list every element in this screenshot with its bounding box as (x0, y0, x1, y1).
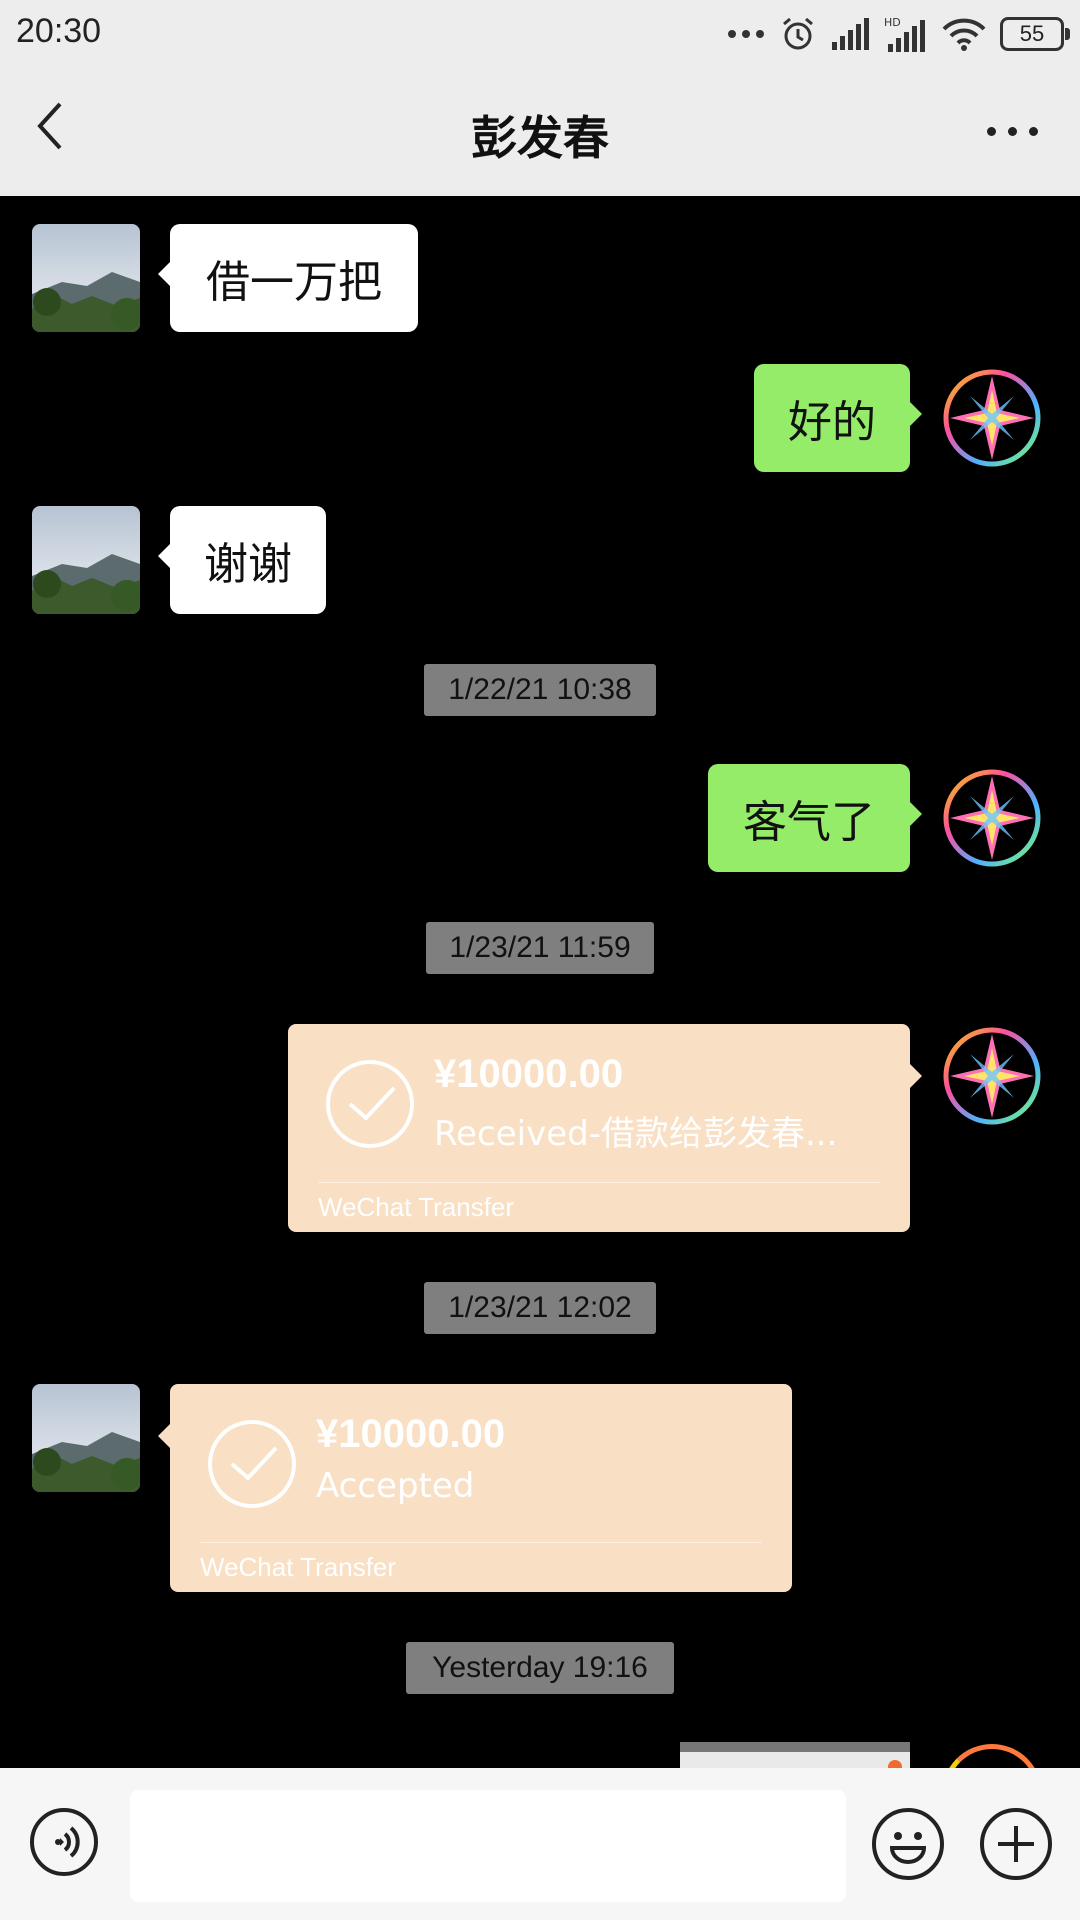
alarm-icon (783, 17, 813, 50)
message-list[interactable]: 借一万把 好的 谢谢 1/22/21 10:38 客气了 1/23/21 11:… (0, 196, 1080, 1768)
thumbnail-statusbar (680, 1742, 910, 1752)
hd-signal-icon: HD (884, 16, 925, 52)
timestamp: 1/23/21 11:59 (426, 922, 654, 974)
status-icons: HD 55 (726, 14, 1070, 54)
message-text: 借一万把 (206, 257, 382, 308)
svg-text:HD: HD (884, 16, 901, 29)
contact-name: 彭发春 (471, 111, 609, 165)
transfer-status: Accepted (316, 1466, 475, 1506)
message-text: 好的 (788, 397, 876, 448)
add-button[interactable] (980, 1808, 1052, 1880)
my-avatar[interactable] (942, 1026, 1042, 1126)
divider (200, 1542, 762, 1543)
message-bubble-received[interactable]: 借一万把 (158, 224, 418, 332)
more-icon (986, 126, 996, 136)
emoji-icon (889, 1832, 927, 1864)
battery-icon: 55 (1000, 17, 1070, 51)
contact-avatar[interactable] (32, 1384, 140, 1492)
more-icon-dot (1028, 126, 1038, 136)
image-message-thumbnail[interactable] (680, 1742, 910, 1768)
check-circle-icon (326, 1060, 414, 1148)
timestamp: 1/23/21 12:02 (424, 1282, 656, 1334)
transfer-label: WeChat Transfer (318, 1192, 515, 1222)
check-circle-icon (208, 1420, 296, 1508)
message-bubble-received[interactable]: 谢谢 (158, 506, 326, 614)
wifi-icon (942, 18, 986, 51)
emoji-button[interactable] (872, 1808, 944, 1880)
voice-icon (55, 1826, 80, 1858)
timestamp: 1/22/21 10:38 (424, 664, 656, 716)
thumbnail-badge (888, 1760, 902, 1768)
transfer-status: Received-借款给彭发春... (434, 1114, 838, 1154)
my-avatar[interactable] (942, 768, 1042, 868)
message-text: 客气了 (743, 797, 875, 848)
transfer-amount: ¥10000.00 (316, 1412, 506, 1456)
voice-button[interactable] (30, 1808, 98, 1876)
contact-avatar[interactable] (32, 224, 140, 332)
divider (318, 1182, 880, 1183)
status-bar: 20:30 HD 55 (0, 0, 1080, 66)
my-avatar[interactable] (942, 368, 1042, 468)
signal-icon (832, 18, 869, 50)
transfer-amount: ¥10000.00 (434, 1052, 624, 1096)
contact-avatar[interactable] (32, 506, 140, 614)
message-text: 谢谢 (204, 539, 292, 590)
message-input[interactable] (130, 1790, 846, 1902)
more-dots-icon (728, 30, 764, 38)
transfer-card-received[interactable]: ¥10000.00 Accepted WeChat Transfer (158, 1384, 792, 1592)
chat-header: 彭发春 (0, 66, 1080, 196)
my-avatar[interactable] (942, 1744, 1042, 1768)
input-bar (0, 1768, 1080, 1920)
message-bubble-sent[interactable]: 好的 (754, 364, 922, 472)
plus-icon (998, 1826, 1034, 1862)
message-bubble-sent[interactable]: 客气了 (708, 764, 922, 872)
transfer-label: WeChat Transfer (200, 1552, 397, 1582)
more-icon-dot (1007, 126, 1017, 136)
transfer-card-sent[interactable]: ¥10000.00 Received-借款给彭发春... WeChat Tran… (288, 1024, 922, 1232)
status-time: 20:30 (16, 12, 102, 50)
timestamp: Yesterday 19:16 (406, 1642, 674, 1694)
more-button[interactable] (972, 106, 1052, 156)
